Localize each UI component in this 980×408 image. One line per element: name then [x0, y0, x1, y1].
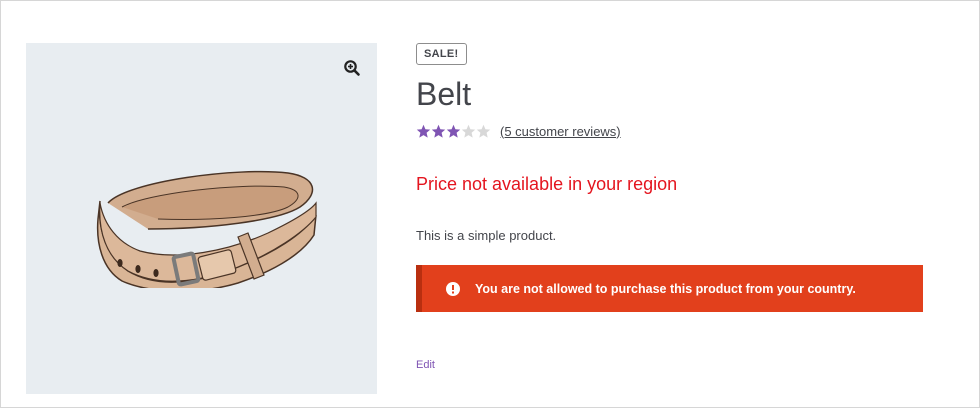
product-summary: SALE! Belt (5 customer reviews) Price no…	[416, 43, 924, 373]
star-filled-icon	[446, 124, 461, 138]
notice-text: You are not allowed to purchase this pro…	[475, 281, 856, 296]
product-image-belt[interactable]	[88, 163, 318, 288]
zoom-in-icon[interactable]	[343, 59, 361, 77]
price-unavailable-message: Price not available in your region	[416, 174, 678, 194]
star-filled-icon	[431, 124, 446, 138]
star-empty-icon	[476, 124, 491, 138]
short-description: This is a simple product.	[416, 228, 557, 243]
customer-reviews-link[interactable]: (5 customer reviews)	[500, 124, 621, 139]
edit-link[interactable]: Edit	[416, 359, 435, 371]
star-filled-icon	[416, 124, 431, 138]
info-icon	[446, 281, 460, 296]
star-rating	[416, 124, 491, 139]
product-rating: (5 customer reviews)	[416, 122, 924, 140]
error-notice: You are not allowed to purchase this pro…	[416, 265, 923, 312]
sale-badge: SALE!	[416, 43, 467, 65]
product-gallery	[26, 43, 377, 394]
product-title: Belt	[416, 76, 472, 112]
star-empty-icon	[461, 124, 476, 138]
